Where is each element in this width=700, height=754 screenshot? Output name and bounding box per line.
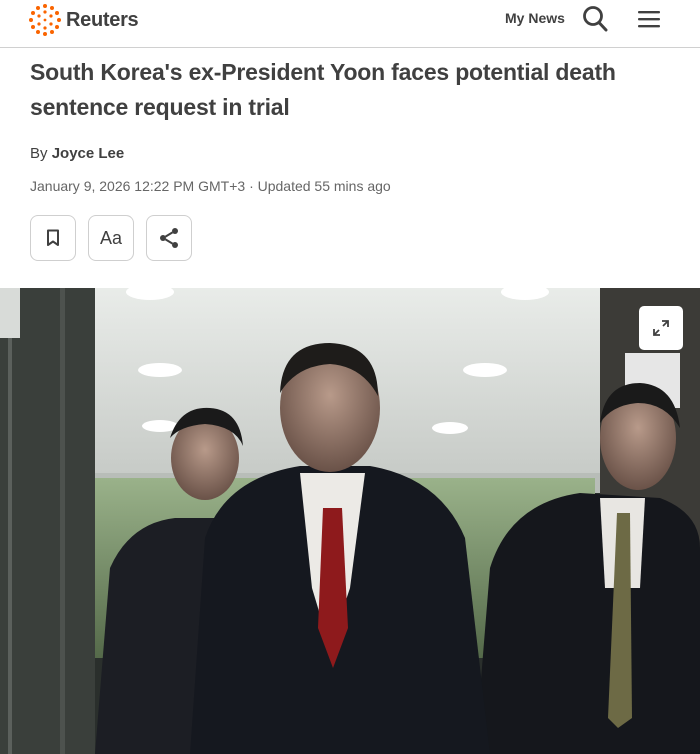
photo-illustration [0, 288, 700, 754]
article-headline: South Korea's ex-President Yoon faces po… [30, 59, 616, 120]
hamburger-menu-icon[interactable] [638, 9, 660, 29]
article-dateline: January 9, 2026 12:22 PM GMT+3 · Updated… [30, 178, 391, 194]
reuters-dot-logo-icon [29, 4, 61, 36]
site-header: Reuters My News [0, 0, 700, 48]
share-button[interactable] [146, 215, 192, 261]
search-icon[interactable] [582, 5, 608, 33]
author-link[interactable]: Joyce Lee [52, 145, 125, 162]
text-size-button[interactable]: Aa [88, 215, 134, 261]
expand-icon [653, 320, 669, 336]
my-news-link[interactable]: My News [505, 10, 565, 26]
expand-photo-button[interactable] [639, 306, 683, 350]
brand-name: Reuters [66, 8, 139, 31]
share-icon [160, 228, 178, 248]
byline: By Joyce Lee [30, 145, 124, 162]
byline-prefix: By [30, 145, 48, 162]
bookmark-icon [47, 229, 59, 246]
reuters-logo[interactable]: Reuters [28, 3, 139, 37]
article-toolbar: Aa [30, 215, 192, 261]
bookmark-button[interactable] [30, 215, 76, 261]
article-lead-photo[interactable] [0, 288, 700, 754]
